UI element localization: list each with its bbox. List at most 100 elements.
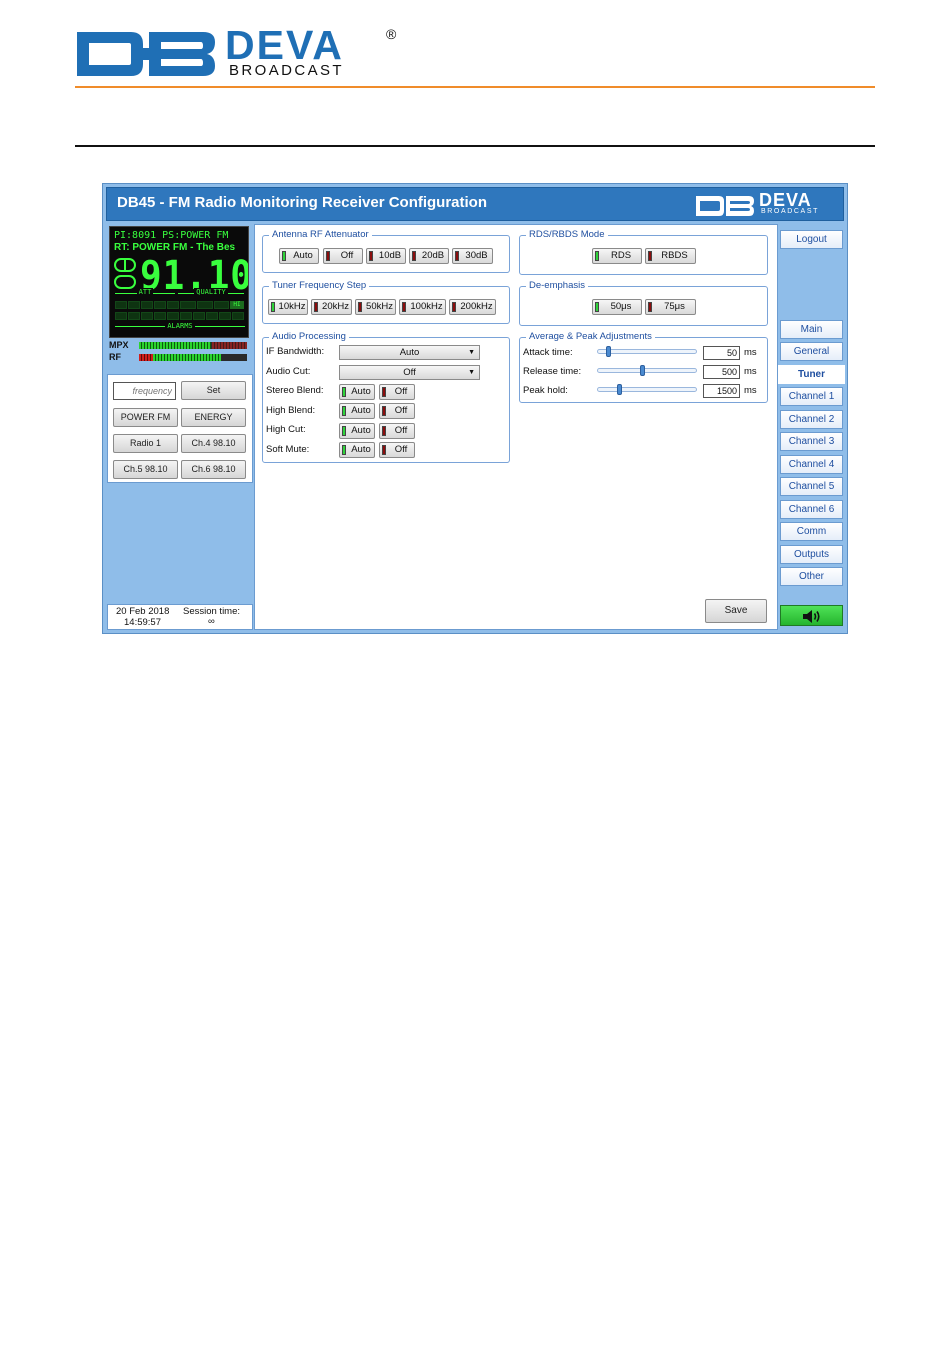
if-bandwidth-select[interactable]: Auto ▼ xyxy=(339,345,480,360)
lcd-radiotext: RT: POWER FM - The Bes xyxy=(114,242,236,253)
session-time-value: ∞ xyxy=(208,616,215,627)
preset-button-1[interactable]: POWER FM xyxy=(113,408,178,427)
deemphasis-50us-button[interactable]: 50μs xyxy=(592,299,642,315)
nav-channel-5[interactable]: Channel 5 xyxy=(780,477,843,496)
led-off-icon xyxy=(382,406,386,416)
led-off-icon xyxy=(382,445,386,455)
nav-main[interactable]: Main xyxy=(780,320,843,339)
step-100khz-button[interactable]: 100kHz xyxy=(399,299,446,315)
high-cut-auto-button[interactable]: Auto xyxy=(339,423,375,439)
frequency-step-group: Tuner Frequency Step 10kHz 20kHz 50kHz 1… xyxy=(262,280,510,324)
nav-channel-1[interactable]: Channel 1 xyxy=(780,387,843,406)
deva-broadcast-logo: DEVA ® BROADCAST xyxy=(73,22,408,82)
peak-hold-input[interactable]: 1500 xyxy=(703,384,740,398)
db-logo-mark-icon xyxy=(696,196,754,216)
nav-channel-2[interactable]: Channel 2 xyxy=(780,410,843,429)
unit-label: ms xyxy=(744,347,757,358)
logo-subtitle: BROADCAST xyxy=(229,62,344,79)
rbds-mode-button[interactable]: RBDS xyxy=(645,248,696,264)
stereo-blend-auto-button[interactable]: Auto xyxy=(339,384,375,400)
logout-button[interactable]: Logout xyxy=(780,230,843,249)
group-title: RDS/RBDS Mode xyxy=(526,229,608,240)
nav-tuner[interactable]: Tuner xyxy=(778,365,845,384)
led-off-icon xyxy=(452,302,456,312)
nav-channel-4[interactable]: Channel 4 xyxy=(780,455,843,474)
rds-mode-button[interactable]: RDS xyxy=(592,248,642,264)
save-button[interactable]: Save xyxy=(705,599,767,623)
current-date: 20 Feb 2018 xyxy=(116,606,170,617)
attenuator-30db-button[interactable]: 30dB xyxy=(452,248,493,264)
led-off-icon xyxy=(648,251,652,261)
page-title: DB45 - FM Radio Monitoring Receiver Conf… xyxy=(117,194,488,211)
deemphasis-75us-button[interactable]: 75μs xyxy=(645,299,696,315)
group-title: Audio Processing xyxy=(269,331,349,342)
dropdown-arrow-icon: ▼ xyxy=(468,369,475,376)
audio-monitor-button[interactable] xyxy=(780,605,843,626)
attenuator-auto-button[interactable]: Auto xyxy=(279,248,319,264)
led-on-icon xyxy=(595,251,599,261)
preset-button-2[interactable]: ENERGY xyxy=(181,408,246,427)
nav-outputs[interactable]: Outputs xyxy=(780,545,843,564)
rds-mode-group: RDS/RBDS Mode RDS RBDS xyxy=(519,229,768,275)
app-logo-subtitle: BROADCAST xyxy=(761,208,819,215)
nav-general[interactable]: General xyxy=(780,342,843,361)
attenuator-10db-button[interactable]: 10dB xyxy=(366,248,406,264)
speaker-icon xyxy=(802,610,820,623)
peak-hold-slider[interactable] xyxy=(597,384,697,395)
led-off-icon xyxy=(648,302,652,312)
slider-thumb[interactable] xyxy=(616,384,622,395)
current-time: 14:59:57 xyxy=(124,617,161,628)
preset-button-4[interactable]: Ch.4 98.10 xyxy=(181,434,246,453)
rf-meter-label: RF xyxy=(109,352,121,362)
app-window: DB45 - FM Radio Monitoring Receiver Conf… xyxy=(102,183,848,634)
slider-thumb[interactable] xyxy=(640,365,646,376)
release-time-input[interactable]: 500 xyxy=(703,365,740,379)
release-time-slider[interactable] xyxy=(597,365,697,376)
deemphasis-group: De-emphasis 50μs 75μs xyxy=(519,280,768,326)
led-off-icon xyxy=(382,426,386,436)
lcd-display: PI:8091 PS:POWER FM RT: POWER FM - The B… xyxy=(109,226,249,338)
attack-time-label: Attack time: xyxy=(523,347,573,358)
step-200khz-button[interactable]: 200kHz xyxy=(449,299,496,315)
dropdown-arrow-icon: ▼ xyxy=(468,349,475,356)
attenuator-20db-button[interactable]: 20dB xyxy=(409,248,449,264)
nav-comm[interactable]: Comm xyxy=(780,522,843,541)
attenuator-off-button[interactable]: Off xyxy=(323,248,363,264)
mpx-meter-peak xyxy=(212,342,247,349)
title-bar: DB45 - FM Radio Monitoring Receiver Conf… xyxy=(106,187,844,221)
nav-channel-3[interactable]: Channel 3 xyxy=(780,432,843,451)
attack-time-slider[interactable] xyxy=(597,346,697,357)
high-cut-off-button[interactable]: Off xyxy=(379,423,415,439)
led-on-icon xyxy=(342,445,346,455)
stereo-blend-off-button[interactable]: Off xyxy=(379,384,415,400)
quick-tune-panel: Set POWER FM ENERGY Radio 1 Ch.4 98.10 C… xyxy=(107,374,253,483)
preset-button-6[interactable]: Ch.6 98.10 xyxy=(181,460,246,479)
attack-time-input[interactable]: 50 xyxy=(703,346,740,360)
high-blend-auto-button[interactable]: Auto xyxy=(339,403,375,419)
audio-cut-label: Audio Cut: xyxy=(266,366,311,377)
nav-channel-6[interactable]: Channel 6 xyxy=(780,500,843,519)
preset-button-5[interactable]: Ch.5 98.10 xyxy=(113,460,178,479)
led-on-icon xyxy=(342,426,346,436)
nav-other[interactable]: Other xyxy=(780,567,843,586)
lcd-alarms-label: ALARMS xyxy=(115,322,245,335)
led-on-icon xyxy=(271,302,275,312)
preset-button-3[interactable]: Radio 1 xyxy=(113,434,178,453)
step-50khz-button[interactable]: 50kHz xyxy=(355,299,396,315)
high-blend-off-button[interactable]: Off xyxy=(379,403,415,419)
high-blend-label: High Blend: xyxy=(266,405,316,416)
led-off-icon xyxy=(412,251,416,261)
db-logo-mark-icon xyxy=(77,32,215,76)
frequency-input[interactable] xyxy=(113,382,176,400)
soft-mute-off-button[interactable]: Off xyxy=(379,442,415,458)
set-frequency-button[interactable]: Set xyxy=(181,381,246,400)
rf-meter-fill xyxy=(153,354,221,361)
led-off-icon xyxy=(382,387,386,397)
step-10khz-button[interactable]: 10kHz xyxy=(268,299,308,315)
led-off-icon xyxy=(402,302,406,312)
audio-cut-select[interactable]: Off ▼ xyxy=(339,365,480,380)
audio-processing-group: Audio Processing IF Bandwidth: Auto ▼ Aud… xyxy=(262,331,510,463)
step-20khz-button[interactable]: 20kHz xyxy=(311,299,352,315)
slider-thumb[interactable] xyxy=(605,346,611,357)
soft-mute-auto-button[interactable]: Auto xyxy=(339,442,375,458)
